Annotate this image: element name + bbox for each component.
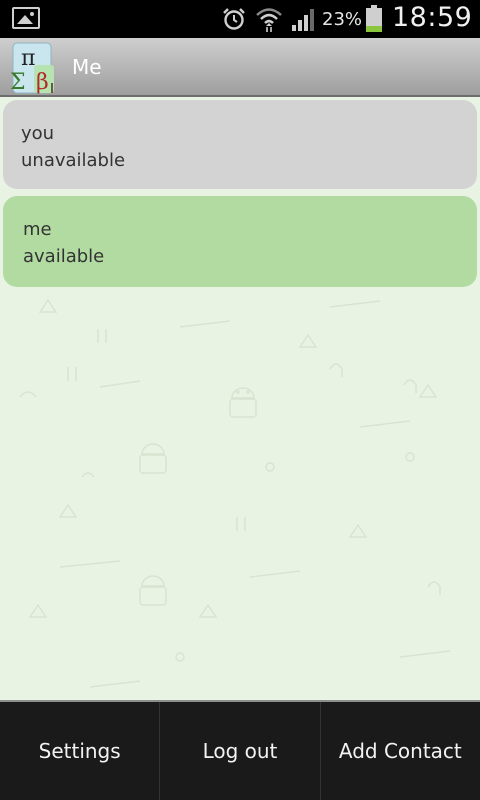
svg-text:π: π: [21, 46, 35, 71]
clock: 18:59: [392, 2, 473, 33]
svg-text:Σ: Σ: [10, 70, 26, 95]
pi-sigma-beta-icon: π Σ β: [10, 42, 54, 95]
settings-button[interactable]: Settings: [0, 702, 161, 800]
battery-icon: [366, 5, 382, 32]
add-contact-button[interactable]: Add Contact: [321, 702, 480, 800]
alarm-clock-icon: [223, 8, 245, 30]
wifi-icon: [256, 8, 282, 32]
picture-icon: [12, 7, 40, 29]
svg-text:β: β: [36, 70, 49, 95]
screen: 23% 18:59 π Σ β Me you unavailable me av…: [0, 0, 480, 800]
logout-button[interactable]: Log out: [160, 702, 321, 800]
page-title: Me: [72, 55, 102, 79]
contact-status: available: [23, 246, 105, 267]
title-bar: π Σ β Me: [0, 38, 480, 97]
signal-strength-icon: [292, 9, 314, 31]
status-bar: 23% 18:59: [0, 0, 480, 38]
contact-name: you: [21, 123, 55, 144]
contact-name: me: [23, 219, 52, 240]
contact-item-me[interactable]: me available: [3, 196, 477, 287]
action-bar: Settings Log out Add Contact: [0, 700, 480, 800]
contact-item-you[interactable]: you unavailable: [3, 100, 477, 189]
contact-status: unavailable: [21, 150, 126, 171]
battery-percent: 23%: [322, 9, 363, 30]
